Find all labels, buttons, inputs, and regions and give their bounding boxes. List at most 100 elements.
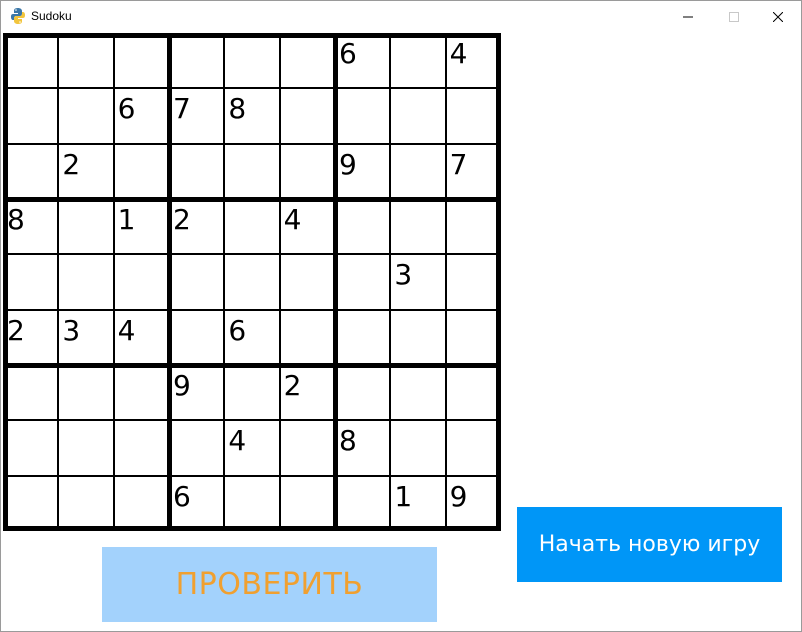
sudoku-cell[interactable]	[224, 254, 279, 309]
sudoku-cell[interactable]: 8	[224, 88, 279, 143]
sudoku-cell[interactable]	[3, 33, 58, 88]
sudoku-cell[interactable]	[3, 365, 58, 420]
sudoku-cell[interactable]	[3, 88, 58, 143]
sudoku-cell[interactable]	[390, 33, 445, 88]
sudoku-cell[interactable]	[114, 420, 169, 475]
sudoku-cell[interactable]	[390, 199, 445, 254]
sudoku-cell[interactable]: 4	[114, 310, 169, 365]
sudoku-cell[interactable]: 8	[3, 199, 58, 254]
sudoku-cell[interactable]	[390, 88, 445, 143]
block-divider-horizontal	[3, 363, 501, 368]
sudoku-cell[interactable]: 2	[58, 144, 113, 199]
sudoku-cell[interactable]	[169, 33, 224, 88]
sudoku-cell[interactable]	[114, 365, 169, 420]
minimize-button[interactable]	[665, 1, 711, 31]
block-divider-horizontal	[3, 526, 501, 531]
grid-line-vertical	[113, 33, 115, 531]
sudoku-cell[interactable]	[169, 310, 224, 365]
sudoku-cell[interactable]	[446, 365, 501, 420]
sudoku-cell[interactable]: 1	[114, 199, 169, 254]
sudoku-cell[interactable]: 7	[169, 88, 224, 143]
sudoku-cell[interactable]: 9	[169, 365, 224, 420]
sudoku-cell[interactable]: 2	[280, 365, 335, 420]
sudoku-cell[interactable]	[280, 144, 335, 199]
sudoku-cell[interactable]: 4	[280, 199, 335, 254]
title-bar[interactable]: Sudoku	[1, 1, 801, 31]
sudoku-cell[interactable]	[114, 476, 169, 531]
sudoku-cell[interactable]	[280, 254, 335, 309]
sudoku-cell[interactable]	[280, 476, 335, 531]
sudoku-cell[interactable]: 2	[169, 199, 224, 254]
sudoku-cell[interactable]	[58, 254, 113, 309]
sudoku-cell[interactable]	[224, 33, 279, 88]
grid-line-horizontal	[3, 475, 501, 477]
sudoku-cell[interactable]	[169, 144, 224, 199]
sudoku-cell[interactable]	[446, 199, 501, 254]
grid-line-vertical	[279, 33, 281, 531]
sudoku-cell[interactable]: 6	[114, 88, 169, 143]
sudoku-cell[interactable]	[335, 365, 390, 420]
sudoku-cell[interactable]	[58, 88, 113, 143]
sudoku-cell[interactable]	[3, 476, 58, 531]
new-game-button[interactable]: Начать новую игру	[517, 507, 782, 582]
sudoku-cell[interactable]	[446, 88, 501, 143]
grid-line-vertical	[445, 33, 447, 531]
sudoku-cell[interactable]	[58, 476, 113, 531]
block-divider-horizontal	[3, 33, 501, 38]
sudoku-cell[interactable]: 3	[58, 310, 113, 365]
sudoku-cell[interactable]	[3, 254, 58, 309]
sudoku-cell[interactable]	[335, 88, 390, 143]
sudoku-cell[interactable]	[169, 420, 224, 475]
grid-line-horizontal	[3, 253, 501, 255]
block-divider-vertical	[333, 33, 338, 531]
sudoku-cell[interactable]: 6	[335, 33, 390, 88]
sudoku-cell[interactable]: 4	[446, 33, 501, 88]
sudoku-cell[interactable]: 6	[224, 310, 279, 365]
sudoku-cell[interactable]	[224, 476, 279, 531]
grid-line-horizontal	[3, 309, 501, 311]
sudoku-cell[interactable]	[224, 199, 279, 254]
sudoku-cell[interactable]	[446, 254, 501, 309]
sudoku-cell[interactable]	[280, 33, 335, 88]
sudoku-cell[interactable]: 9	[446, 476, 501, 531]
sudoku-cell[interactable]: 4	[224, 420, 279, 475]
sudoku-cell[interactable]	[335, 310, 390, 365]
sudoku-cell[interactable]	[3, 420, 58, 475]
sudoku-cell[interactable]: 1	[390, 476, 445, 531]
sudoku-cell[interactable]	[390, 144, 445, 199]
sudoku-cell[interactable]	[58, 365, 113, 420]
sudoku-cell[interactable]	[390, 310, 445, 365]
sudoku-cell[interactable]	[390, 365, 445, 420]
sudoku-cell[interactable]: 6	[169, 476, 224, 531]
sudoku-cell[interactable]	[446, 310, 501, 365]
sudoku-cell[interactable]: 7	[446, 144, 501, 199]
block-divider-vertical	[3, 33, 8, 531]
sudoku-cell[interactable]	[58, 420, 113, 475]
sudoku-cell[interactable]	[224, 365, 279, 420]
sudoku-cell[interactable]	[224, 144, 279, 199]
sudoku-cell[interactable]	[335, 199, 390, 254]
sudoku-cell[interactable]	[3, 144, 58, 199]
sudoku-cell[interactable]	[114, 254, 169, 309]
maximize-icon	[729, 7, 739, 26]
sudoku-cell[interactable]	[114, 144, 169, 199]
sudoku-cell[interactable]	[280, 88, 335, 143]
sudoku-cell[interactable]	[114, 33, 169, 88]
close-button[interactable]	[755, 1, 801, 31]
check-button[interactable]: ПРОВЕРИТЬ	[102, 547, 437, 622]
sudoku-cell[interactable]	[169, 254, 224, 309]
sudoku-cell[interactable]: 2	[3, 310, 58, 365]
sudoku-cell[interactable]	[58, 33, 113, 88]
sudoku-cell[interactable]: 3	[390, 254, 445, 309]
sudoku-cell[interactable]	[335, 254, 390, 309]
sudoku-cell[interactable]: 9	[335, 144, 390, 199]
sudoku-cell[interactable]	[280, 310, 335, 365]
sudoku-cell[interactable]: 8	[335, 420, 390, 475]
sudoku-cell[interactable]	[58, 199, 113, 254]
maximize-button[interactable]	[711, 1, 757, 31]
sudoku-cell[interactable]	[335, 476, 390, 531]
sudoku-cell[interactable]	[390, 420, 445, 475]
grid-line-vertical	[57, 33, 59, 531]
sudoku-cell[interactable]	[280, 420, 335, 475]
sudoku-cell[interactable]	[446, 420, 501, 475]
